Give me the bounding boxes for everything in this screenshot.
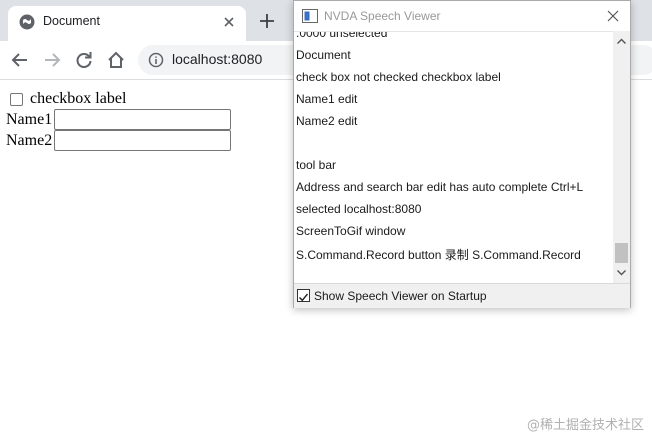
new-tab-icon[interactable]: [258, 12, 276, 30]
speech-line: selected localhost:8080: [296, 202, 422, 216]
speech-line: Name2 edit: [296, 114, 358, 128]
window-titlebar[interactable]: NVDA Speech Viewer: [294, 1, 630, 31]
address-text: localhost:8080: [172, 51, 263, 67]
speech-line: ScreenToGif window: [296, 224, 406, 238]
reload-icon[interactable]: [74, 50, 94, 70]
nvda-speech-viewer-window: NVDA Speech Viewer .0000 unselected Docu…: [293, 0, 631, 308]
home-icon[interactable]: [106, 50, 126, 70]
speech-line: check box not checked checkbox label: [296, 70, 501, 84]
close-icon[interactable]: [606, 9, 620, 23]
window-footer: Show Speech Viewer on Startup: [294, 283, 630, 308]
vertical-scrollbar[interactable]: [613, 31, 630, 283]
back-arrow-icon[interactable]: [10, 50, 30, 70]
speech-line: Name1 edit: [296, 92, 358, 106]
speech-line: tool bar: [296, 158, 337, 172]
tab-document[interactable]: Document: [8, 6, 246, 41]
startup-checkbox-label[interactable]: Show Speech Viewer on Startup: [314, 289, 487, 303]
close-icon[interactable]: [222, 15, 236, 29]
startup-checkbox[interactable]: [297, 289, 310, 302]
scrollbar-thumb[interactable]: [615, 243, 628, 263]
name2-input[interactable]: [54, 130, 232, 151]
name1-row: Name1: [6, 109, 232, 130]
speech-line: Document: [296, 48, 351, 62]
speech-line: .0000 unselected: [296, 31, 388, 40]
checkbox-label: checkbox label: [30, 90, 127, 107]
checkbox-row: checkbox label: [6, 90, 126, 108]
speech-line: Address and search bar edit has auto com…: [296, 180, 584, 194]
scroll-down-arrow-icon[interactable]: [613, 264, 630, 281]
speech-text-area[interactable]: .0000 unselected Document check box not …: [294, 31, 616, 284]
name2-label: Name2: [6, 131, 53, 149]
window-app-icon: [302, 9, 318, 23]
info-icon[interactable]: [148, 52, 164, 68]
name2-row: Name2: [6, 130, 232, 151]
window-title: NVDA Speech Viewer: [324, 9, 441, 23]
checkbox[interactable]: [10, 92, 23, 106]
watermark: @稀土掘金技术社区: [527, 418, 645, 433]
tab-title: Document: [43, 14, 100, 28]
name1-input[interactable]: [54, 109, 232, 130]
name1-label: Name1: [6, 110, 53, 128]
forward-arrow-icon[interactable]: [42, 50, 62, 70]
speech-line: S.Command.Record button 录制 S.Command.Rec…: [296, 248, 581, 262]
scroll-up-arrow-icon[interactable]: [613, 33, 630, 50]
checkmark-icon: [299, 293, 309, 302]
globe-icon: [19, 14, 35, 30]
